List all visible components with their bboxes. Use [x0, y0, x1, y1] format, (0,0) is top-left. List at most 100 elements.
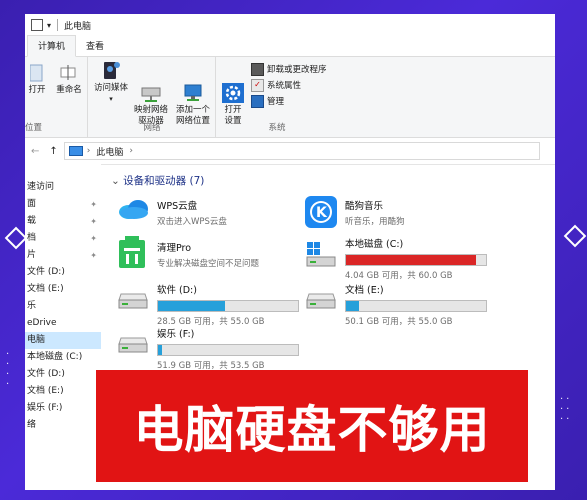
ribbon-group-location: 打开 重命名 位置	[25, 57, 88, 137]
manage-icon	[251, 94, 264, 108]
nav-item-label: 速访问	[27, 182, 55, 192]
nav-item[interactable]: 本地磁盘 (C:)	[25, 349, 101, 366]
navigation-pane: 速访问面 ✦ 载 ✦ 档 ✦ 片 ✦ 文件 (D:) 文档 (E:) 乐 eDrive 电脑 本地磁盘 (…	[25, 164, 101, 490]
app-name: WPS云盘	[157, 201, 198, 212]
address-path: 此电脑	[96, 147, 124, 158]
open-settings-button[interactable]: 打开 设置	[219, 61, 247, 127]
access-media-button[interactable]: 访问媒体 ▾	[91, 61, 131, 105]
properties-check-icon: ✓	[251, 78, 264, 92]
tab-computer[interactable]: 计算机	[27, 35, 77, 57]
pin-icon[interactable]: ✦	[90, 213, 97, 230]
app-item-cleaner[interactable]: 清理Pro 专业解决磁盘空间不足问题	[119, 236, 259, 269]
drive-usage-bar	[345, 254, 487, 266]
pin-icon[interactable]: ✦	[90, 196, 97, 213]
windows-drive-icon	[305, 242, 337, 268]
window-title: 此电脑	[64, 21, 92, 32]
decor-diamond-left	[4, 226, 28, 250]
drive-name: 文档 (E:)	[345, 285, 384, 296]
nav-item[interactable]: 面 ✦	[25, 196, 101, 213]
nav-item-label: 娱乐 (F:)	[27, 403, 63, 413]
drive-item-d[interactable]: 软件 (D:) 28.5 GB 可用，共 55.0 GB	[117, 282, 299, 327]
up-arrow-icon[interactable]: ↑	[49, 146, 57, 157]
drive-space: 4.04 GB 可用，共 60.0 GB	[345, 271, 453, 281]
back-arrow-icon[interactable]: ←	[31, 146, 39, 157]
nav-item[interactable]: eDrive	[25, 315, 101, 332]
drive-usage-bar	[157, 300, 299, 312]
nav-item[interactable]: 电脑	[25, 332, 101, 349]
app-item-kugou[interactable]: K 酷狗音乐 听音乐，用酷狗	[305, 196, 405, 228]
drive-name: 娱乐 (F:)	[157, 329, 195, 340]
title-bar: ▾ 此电脑	[25, 14, 555, 36]
nav-item[interactable]: 娱乐 (F:)	[25, 400, 101, 417]
group-label-system: 系统	[268, 123, 286, 133]
drive-name: 本地磁盘 (C:)	[345, 239, 404, 250]
map-drive-icon	[140, 72, 162, 102]
tab-view[interactable]: 查看	[76, 36, 114, 56]
drive-name: 软件 (D:)	[157, 285, 197, 296]
nav-item-label: 电脑	[27, 335, 46, 345]
app-name: 酷狗音乐	[345, 201, 384, 212]
app-name: 清理Pro	[157, 243, 192, 254]
section-header[interactable]: ⌄ 设备和驱动器 (7)	[111, 173, 555, 188]
app-item-wps[interactable]: WPS云盘 双击进入WPS云盘	[117, 198, 227, 227]
dropdown-icon[interactable]: ▾	[47, 21, 51, 30]
ribbon-group-network: 访问媒体 ▾ 映射网络 驱动器 添加一个 网络位置 网络	[89, 57, 216, 137]
pin-icon[interactable]: ✦	[90, 247, 97, 264]
promo-banner: 电脑硬盘不够用	[96, 370, 528, 482]
add-network-location-button[interactable]: 添加一个 网络位置	[173, 61, 213, 127]
media-icon	[100, 61, 122, 81]
chevron-down-icon: ⌄	[111, 175, 120, 187]
wps-cloud-icon	[117, 198, 151, 220]
nav-item[interactable]: 乐	[25, 298, 101, 315]
banner-text: 电脑硬盘不够用	[133, 401, 491, 459]
system-properties-button[interactable]: ✓ 系统属性	[251, 77, 301, 93]
drive-usage-bar	[157, 344, 299, 356]
nav-item-label: 面	[27, 199, 37, 209]
nav-item[interactable]: 文档 (E:)	[25, 281, 101, 298]
computer-icon	[68, 146, 83, 156]
drive-space: 50.1 GB 可用，共 55.0 GB	[345, 317, 453, 327]
open-button[interactable]: 打开	[25, 63, 49, 96]
network-location-icon	[182, 72, 204, 101]
chevron-right-icon: ›	[86, 146, 91, 156]
nav-item-label: 乐	[27, 301, 37, 311]
drive-icon	[117, 292, 149, 310]
nav-item-label: 本地磁盘 (C:)	[27, 352, 83, 362]
uninstall-button[interactable]: 卸载或更改程序	[251, 61, 327, 77]
nav-item[interactable]: 文件 (D:)	[25, 264, 101, 281]
app-description: 专业解决磁盘空间不足问题	[157, 259, 260, 269]
nav-item-label: eDrive	[27, 318, 57, 328]
drive-item-e[interactable]: 文档 (E:) 50.1 GB 可用，共 55.0 GB	[305, 282, 487, 327]
rename-button[interactable]: 重命名	[53, 63, 85, 96]
app-description: 听音乐，用酷狗	[345, 217, 405, 227]
nav-item[interactable]: 文档 (E:)	[25, 383, 101, 400]
drive-usage-fill	[346, 255, 477, 265]
drive-icon	[305, 292, 337, 310]
drive-item-f[interactable]: 娱乐 (F:) 51.9 GB 可用，共 53.5 GB	[117, 326, 299, 371]
nav-item[interactable]: 档 ✦	[25, 230, 101, 247]
uninstall-icon	[251, 62, 264, 76]
drive-icon	[117, 336, 149, 354]
ribbon: 打开 重命名 位置 访问媒体 ▾ 映射网络 驱动器 添加一个 网络位置 网络 打…	[25, 57, 555, 138]
nav-item[interactable]: 络	[25, 417, 101, 434]
nav-item[interactable]: 速访问	[25, 179, 101, 196]
map-drive-button[interactable]: 映射网络 驱动器	[131, 61, 171, 127]
nav-item[interactable]: 载 ✦	[25, 213, 101, 230]
kugou-icon: K	[305, 196, 337, 228]
nav-item-label: 文档 (E:)	[27, 284, 64, 294]
open-icon	[30, 63, 44, 83]
address-bar[interactable]: › 此电脑 ›	[63, 142, 540, 160]
nav-item-label: 档	[27, 233, 37, 243]
nav-item-label: 文档 (E:)	[27, 386, 64, 396]
section-title: 设备和驱动器 (7)	[123, 175, 205, 187]
nav-item[interactable]: 文件 (D:)	[25, 366, 101, 383]
drive-usage-fill	[158, 345, 163, 355]
quick-access-icon[interactable]	[31, 19, 43, 31]
nav-item[interactable]: 片 ✦	[25, 247, 101, 264]
drive-item-c[interactable]: 本地磁盘 (C:) 4.04 GB 可用，共 60.0 GB	[305, 236, 487, 281]
manage-button[interactable]: 管理	[251, 93, 284, 109]
rename-icon	[58, 63, 80, 83]
pin-icon[interactable]: ✦	[90, 230, 97, 247]
nav-item-label: 载	[27, 216, 37, 226]
drive-usage-fill	[346, 301, 359, 311]
